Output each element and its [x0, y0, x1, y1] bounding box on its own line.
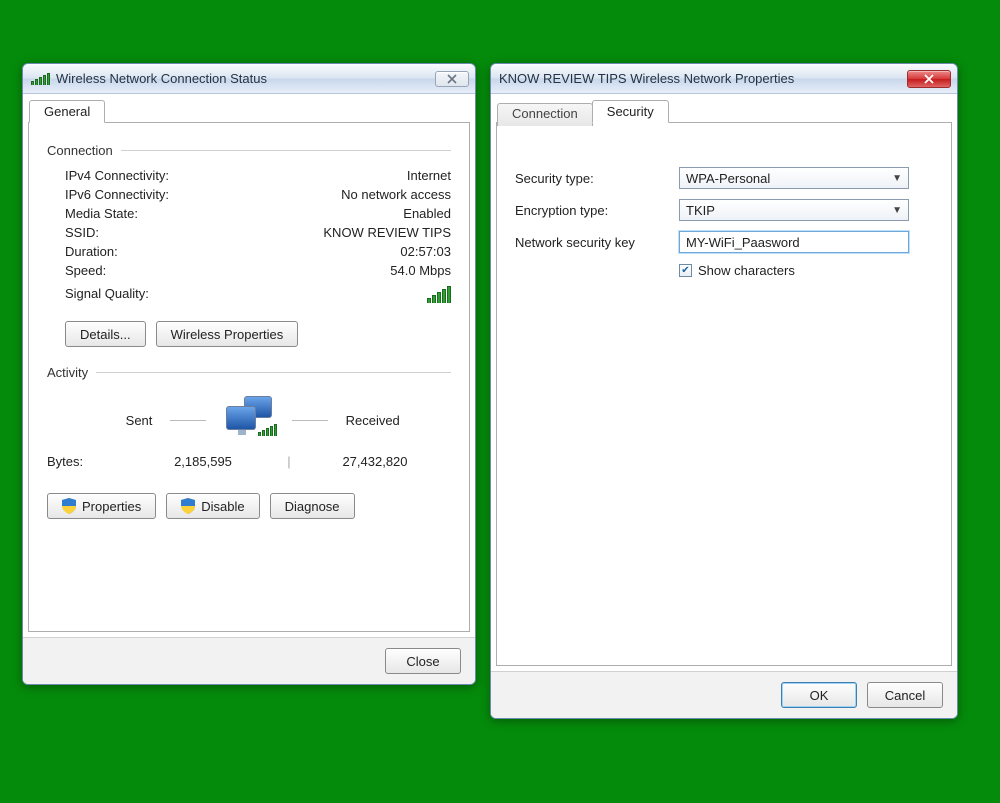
tabstrip: General — [23, 100, 475, 123]
chevron-down-icon: ▼ — [892, 205, 902, 216]
group-activity-legend: Activity — [47, 365, 88, 380]
bytes-label: Bytes: — [47, 454, 127, 469]
shield-icon — [62, 498, 76, 514]
close-icon[interactable] — [907, 70, 951, 88]
security-key-input[interactable]: MY-WiFi_Paasword — [679, 231, 909, 253]
speed-value: 54.0 Mbps — [390, 263, 451, 278]
duration-label: Duration: — [65, 244, 118, 259]
tabstrip: Connection Security — [491, 100, 957, 123]
ipv4-value: Internet — [407, 168, 451, 183]
received-label: Received — [346, 413, 451, 428]
properties-title: KNOW REVIEW TIPS Wireless Network Proper… — [499, 71, 901, 86]
signal-quality-icon — [427, 286, 451, 303]
security-type-select[interactable]: WPA-Personal ▼ — [679, 167, 909, 189]
group-activity: Activity Sent Received — [47, 365, 451, 473]
status-footer: Close — [23, 637, 475, 684]
disable-button[interactable]: Disable — [166, 493, 259, 519]
wireless-properties-button[interactable]: Wireless Properties — [156, 321, 299, 347]
ok-button[interactable]: OK — [781, 682, 857, 708]
network-activity-icon — [224, 396, 273, 444]
show-characters-checkbox[interactable]: ✔ — [679, 264, 692, 277]
media-label: Media State: — [65, 206, 138, 221]
details-button[interactable]: Details... — [65, 321, 146, 347]
status-dialog: Wireless Network Connection Status Gener… — [22, 63, 476, 685]
ipv4-label: IPv4 Connectivity: — [65, 168, 169, 183]
status-title: Wireless Network Connection Status — [56, 71, 429, 86]
signal-icon — [31, 73, 50, 85]
sent-label: Sent — [47, 413, 152, 428]
encryption-type-label: Encryption type: — [515, 203, 665, 218]
security-key-label: Network security key — [515, 235, 665, 250]
diagnose-button[interactable]: Diagnose — [270, 493, 355, 519]
tab-general[interactable]: General — [29, 100, 105, 123]
chevron-down-icon: ▼ — [892, 173, 902, 184]
ssid-label: SSID: — [65, 225, 99, 240]
properties-titlebar[interactable]: KNOW REVIEW TIPS Wireless Network Proper… — [491, 64, 957, 94]
ipv6-label: IPv6 Connectivity: — [65, 187, 169, 202]
security-type-label: Security type: — [515, 171, 665, 186]
tab-security[interactable]: Security — [592, 100, 669, 123]
tab-connection[interactable]: Connection — [497, 103, 593, 126]
cancel-button[interactable]: Cancel — [867, 682, 943, 708]
shield-icon — [181, 498, 195, 514]
bytes-sent: 2,185,595 — [127, 454, 279, 469]
tab-body-general: Connection IPv4 Connectivity: Internet IP… — [28, 122, 470, 632]
encryption-type-select[interactable]: TKIP ▼ — [679, 199, 909, 221]
show-characters-label: Show characters — [698, 263, 795, 278]
media-value: Enabled — [403, 206, 451, 221]
properties-button[interactable]: Properties — [47, 493, 156, 519]
signal-label: Signal Quality: — [65, 286, 149, 303]
close-button[interactable]: Close — [385, 648, 461, 674]
tab-body-security: Security type: WPA-Personal ▼ Encryption… — [496, 122, 952, 666]
group-connection-legend: Connection — [47, 143, 113, 158]
group-connection: Connection IPv4 Connectivity: Internet IP… — [47, 143, 451, 347]
properties-dialog: KNOW REVIEW TIPS Wireless Network Proper… — [490, 63, 958, 719]
properties-footer: OK Cancel — [491, 671, 957, 718]
duration-value: 02:57:03 — [400, 244, 451, 259]
bytes-received: 27,432,820 — [299, 454, 451, 469]
ipv6-value: No network access — [341, 187, 451, 202]
close-icon[interactable] — [435, 71, 469, 87]
speed-label: Speed: — [65, 263, 106, 278]
ssid-value: KNOW REVIEW TIPS — [323, 225, 451, 240]
status-titlebar[interactable]: Wireless Network Connection Status — [23, 64, 475, 94]
